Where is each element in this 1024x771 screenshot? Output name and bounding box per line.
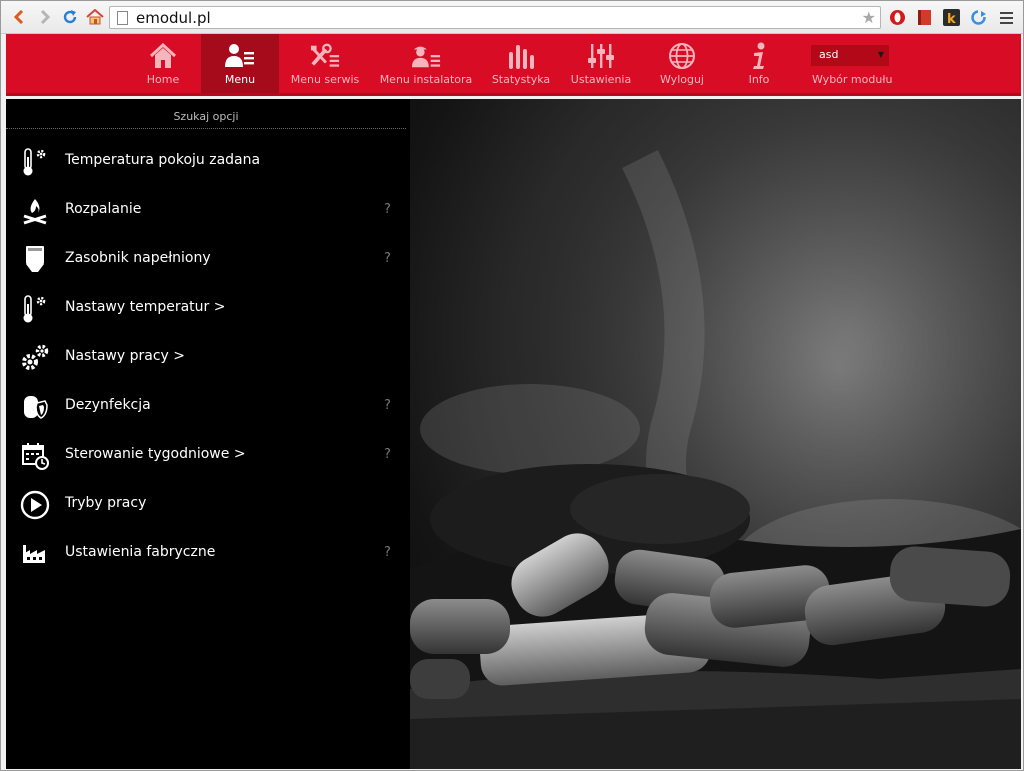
installer-menu-icon — [411, 42, 441, 70]
nav-info[interactable]: Info — [730, 34, 788, 93]
module-select-value: asd — [819, 48, 839, 61]
address-bar[interactable]: emodul.pl ★ — [109, 6, 881, 29]
content-area: Szukaj opcji Temperatura pokoju zadana R… — [6, 99, 1021, 769]
help-icon[interactable]: ? — [384, 447, 391, 462]
help-icon[interactable]: ? — [384, 398, 391, 413]
nav-label: Statystyka — [491, 73, 551, 86]
svg-text:k: k — [947, 12, 956, 26]
info-icon — [744, 42, 774, 70]
help-icon[interactable]: ? — [384, 202, 391, 217]
nav-label: Info — [748, 73, 770, 86]
nav-statystyka[interactable]: Statystyka — [490, 34, 552, 93]
tank-shield-icon — [20, 393, 50, 421]
nav-label: Ustawienia — [570, 73, 632, 86]
k-extension-icon[interactable]: k — [943, 9, 960, 27]
tools-menu-icon — [310, 42, 340, 70]
sliders-icon — [586, 42, 616, 70]
home-icon[interactable] — [86, 8, 104, 26]
hamburger-menu-icon[interactable] — [998, 9, 1015, 26]
module-select[interactable]: asd ▼ — [811, 45, 889, 66]
nav-label: Home — [146, 73, 180, 86]
main-navigation: Home Menu Menu serwis Menu instalatora S — [6, 34, 1021, 96]
search-options-label[interactable]: Szukaj opcji — [6, 110, 406, 123]
menu-item-label: Sterowanie tygodniowe > — [65, 446, 246, 462]
thermometer-gear-icon — [20, 295, 50, 323]
sync-extension-icon[interactable] — [970, 9, 987, 26]
thermometer-gear-icon — [20, 148, 50, 176]
menu-item-temperatura-pokoju[interactable]: Temperatura pokoju zadana — [6, 137, 410, 186]
chevron-down-icon: ▼ — [877, 50, 884, 59]
factory-icon — [20, 540, 50, 568]
menu-item-label: Nastawy temperatur > — [65, 299, 226, 315]
browser-toolbar: emodul.pl ★ k — [1, 1, 1023, 34]
nav-menu-instalatora[interactable]: Menu instalatora — [378, 34, 474, 93]
url-text[interactable]: emodul.pl — [136, 9, 211, 27]
nav-ustawienia[interactable]: Ustawienia — [568, 34, 634, 93]
menu-item-nastawy-temperatur[interactable]: Nastawy temperatur > — [6, 284, 410, 333]
menu-item-label: Ustawienia fabryczne — [65, 544, 216, 560]
nav-menu[interactable]: Menu — [201, 34, 279, 93]
menu-item-label: Temperatura pokoju zadana — [65, 152, 261, 168]
options-sidebar: Szukaj opcji Temperatura pokoju zadana R… — [6, 99, 410, 769]
reload-icon[interactable] — [61, 8, 79, 26]
menu-item-dezynfekcja[interactable]: Dezynfekcja ? — [6, 382, 410, 431]
help-icon[interactable]: ? — [384, 545, 391, 560]
nav-label: Menu serwis — [290, 73, 360, 86]
nav-wyloguj[interactable]: Wyloguj — [651, 34, 713, 93]
menu-item-label: Rozpalanie — [65, 201, 142, 217]
menu-item-nastawy-pracy[interactable]: Nastawy pracy > — [6, 333, 410, 382]
nav-label: Wyloguj — [660, 73, 704, 86]
menu-item-label: Dezynfekcja — [65, 397, 151, 413]
red-book-extension-icon[interactable] — [916, 9, 933, 26]
hopper-icon — [20, 246, 50, 274]
back-icon[interactable] — [10, 8, 28, 26]
page-icon — [117, 11, 128, 25]
pellet-fire-photo — [410, 99, 1021, 769]
menu-item-label: Zasobnik napełniony — [65, 250, 211, 266]
menu-item-label: Nastawy pracy > — [65, 348, 185, 364]
help-icon[interactable]: ? — [384, 251, 391, 266]
calendar-clock-icon — [20, 442, 50, 470]
module-select-label: Wybór modułu — [812, 73, 893, 86]
menu-item-zasobnik[interactable]: Zasobnik napełniony ? — [6, 235, 410, 284]
forward-icon[interactable] — [36, 8, 54, 26]
gears-icon — [20, 344, 50, 372]
menu-item-sterowanie-tygodniowe[interactable]: Sterowanie tygodniowe > ? — [6, 431, 410, 480]
play-circle-icon — [20, 490, 50, 520]
browser-window: emodul.pl ★ k Home Menu Menu serwis Menu… — [0, 0, 1024, 771]
nav-label: Menu instalatora — [379, 73, 473, 86]
menu-item-rozpalanie[interactable]: Rozpalanie ? — [6, 186, 410, 235]
menu-item-label: Tryby pracy — [65, 495, 147, 511]
user-menu-icon — [225, 42, 255, 70]
search-divider — [6, 128, 406, 129]
menu-item-tryby-pracy[interactable]: Tryby pracy — [6, 480, 410, 529]
nav-home[interactable]: Home — [132, 34, 194, 93]
opera-extension-icon[interactable] — [889, 9, 906, 26]
house-icon — [148, 42, 178, 70]
menu-item-ustawienia-fabryczne[interactable]: Ustawienia fabryczne ? — [6, 529, 410, 578]
nav-menu-serwis[interactable]: Menu serwis — [287, 34, 363, 93]
campfire-icon — [20, 197, 50, 225]
bar-chart-icon — [506, 42, 536, 70]
nav-label: Menu — [224, 73, 256, 86]
bookmark-star-icon[interactable]: ★ — [862, 8, 876, 27]
globe-icon — [667, 42, 697, 70]
